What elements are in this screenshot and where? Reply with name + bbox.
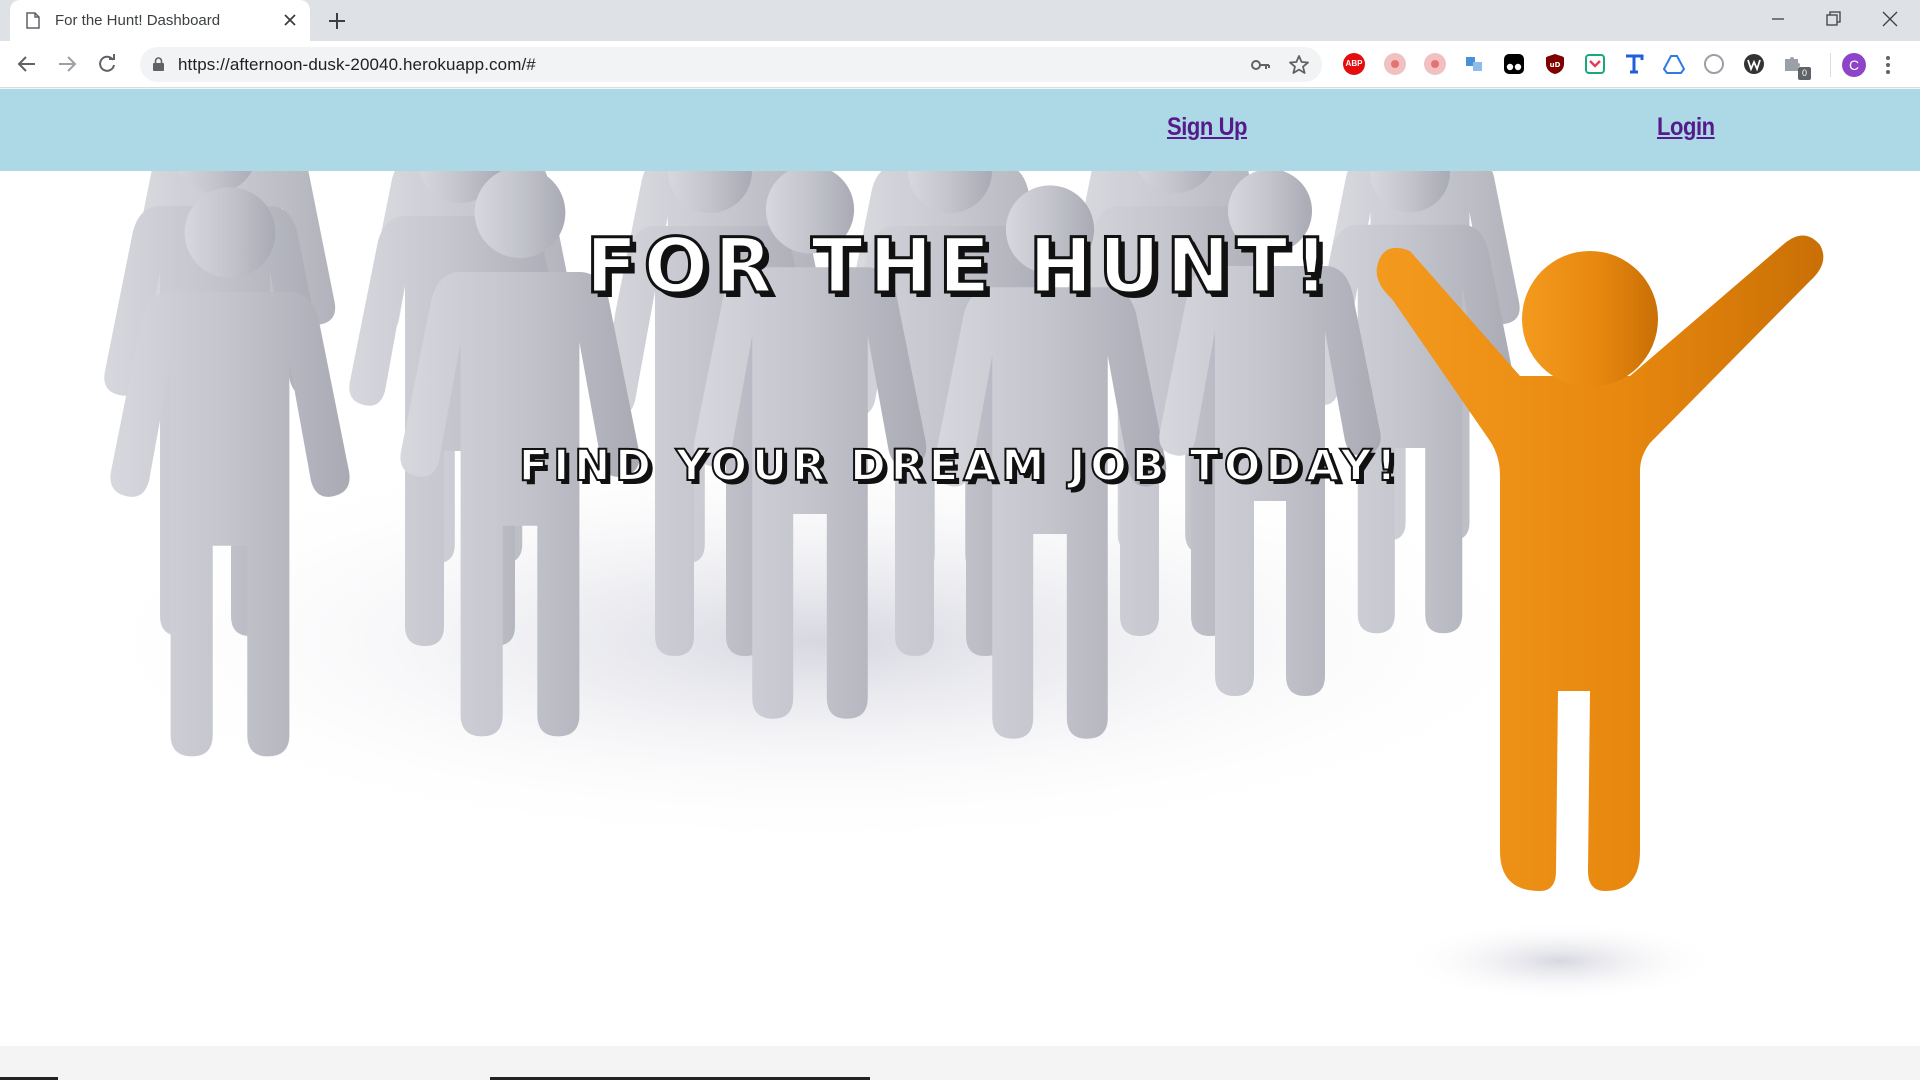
translate-extension-icon[interactable] (1463, 53, 1485, 75)
close-icon[interactable] (282, 12, 298, 28)
page-viewport: Sign Up Login FOR THE HUNT! FIND YOUR DR… (0, 89, 1920, 1080)
url-text[interactable]: https://afternoon-dusk-20040.herokuapp.c… (178, 55, 536, 75)
hero-subtitle: Find your dream job today! (518, 440, 1402, 492)
site-navbar: Sign Up Login (0, 89, 1920, 171)
typography-extension-icon[interactable] (1623, 53, 1645, 75)
lock-icon[interactable] (152, 57, 165, 72)
more-menu-icon[interactable] (1885, 54, 1891, 76)
hero-title: For the Hunt! (584, 220, 1335, 312)
back-arrow-icon[interactable] (16, 53, 38, 75)
key-icon[interactable] (1249, 54, 1271, 76)
login-link[interactable]: Login (1657, 113, 1715, 142)
adblock-plus-icon[interactable]: ABP (1343, 53, 1365, 75)
red-dot-extension-icon[interactable] (1424, 53, 1446, 75)
address-bar[interactable]: https://afternoon-dusk-20040.herokuapp.c… (140, 47, 1322, 82)
window-close-icon[interactable] (1880, 9, 1900, 29)
extension-badge: 0 (1798, 67, 1811, 80)
toolbar-divider (1830, 53, 1831, 77)
restore-icon[interactable] (1823, 9, 1843, 29)
signup-link[interactable]: Sign Up (1167, 113, 1247, 142)
tampermonkey-icon[interactable] (1503, 53, 1525, 75)
google-drive-icon[interactable] (1663, 53, 1685, 75)
reload-icon[interactable] (96, 53, 118, 75)
forward-arrow-icon[interactable] (56, 53, 78, 75)
tab-title: For the Hunt! Dashboard (55, 12, 221, 29)
browser-toolbar: https://afternoon-dusk-20040.herokuapp.c… (0, 41, 1920, 88)
document-icon (26, 12, 40, 29)
browser-tab[interactable]: For the Hunt! Dashboard (10, 0, 310, 41)
new-tab-icon[interactable] (327, 11, 347, 31)
grey-circle-extension-icon[interactable] (1703, 53, 1725, 75)
star-icon[interactable] (1288, 54, 1310, 76)
svg-text:uD: uD (1550, 61, 1561, 69)
w-extension-icon[interactable] (1743, 53, 1765, 75)
pocket-icon[interactable] (1584, 53, 1606, 75)
tab-strip: For the Hunt! Dashboard (0, 0, 1920, 41)
minimize-icon[interactable] (1768, 9, 1788, 29)
hero-section: For the Hunt! Find your dream job today! (0, 171, 1920, 1046)
red-dot-extension-icon[interactable] (1384, 53, 1406, 75)
ublock-origin-icon[interactable]: uD (1544, 53, 1566, 75)
footer-strip (0, 1046, 1920, 1080)
avatar[interactable]: C (1842, 53, 1866, 77)
